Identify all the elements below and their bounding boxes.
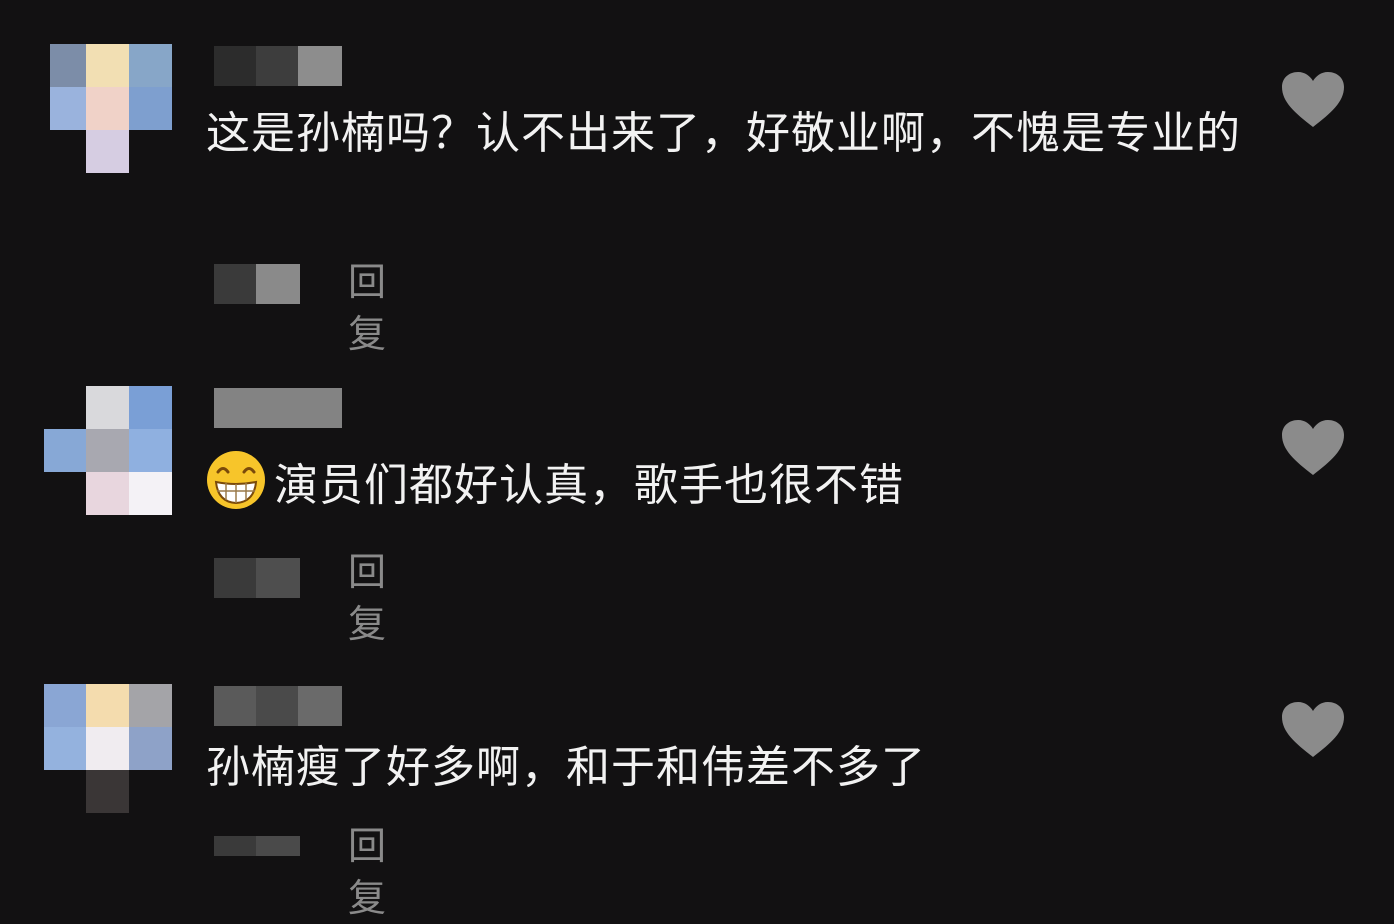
- avatar[interactable]: [44, 386, 172, 515]
- comment-text-content: 演员们都好认真，歌手也很不错: [274, 460, 904, 511]
- comment-text: 孙楠瘦了好多啊，和于和伟差不多了: [206, 742, 926, 793]
- heart-icon[interactable]: [1282, 702, 1344, 758]
- username-blurred[interactable]: [214, 388, 342, 428]
- timestamp-blurred: [214, 558, 300, 598]
- timestamp-blurred: [214, 264, 300, 304]
- username-blurred[interactable]: [214, 686, 342, 726]
- heart-icon[interactable]: [1282, 420, 1344, 476]
- comment-text: 这是孙楠吗？认不出来了，好敬业啊，不愧是专业的: [206, 108, 1241, 159]
- comment-text: 演员们都好认真，歌手也很不错: [206, 450, 1246, 520]
- avatar[interactable]: [44, 44, 172, 173]
- heart-icon[interactable]: [1282, 72, 1344, 128]
- grinning-face-emoji: [206, 450, 266, 510]
- reply-button[interactable]: 回复: [348, 546, 386, 650]
- timestamp-blurred: [214, 836, 300, 876]
- reply-button[interactable]: 回复: [348, 820, 386, 924]
- reply-button[interactable]: 回复: [348, 256, 386, 360]
- username-blurred[interactable]: [214, 46, 342, 86]
- avatar[interactable]: [44, 684, 172, 813]
